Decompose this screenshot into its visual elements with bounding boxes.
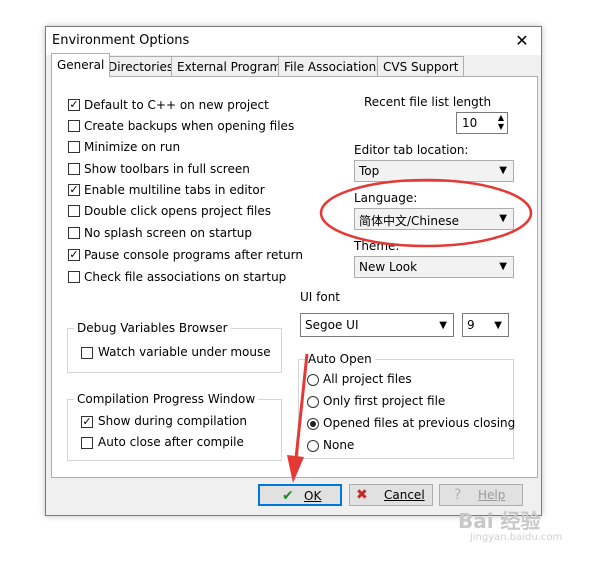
checkbox[interactable] <box>68 120 80 132</box>
group-title: Auto Open <box>305 352 375 366</box>
radio-button[interactable] <box>307 440 319 452</box>
checkbox-label: Create backups when opening files <box>84 119 295 133</box>
checkbox[interactable] <box>68 141 80 153</box>
tab-directories[interactable]: Directories <box>102 56 180 76</box>
ui-font-size-value: 9 <box>467 318 475 332</box>
title-bar[interactable]: Environment Options ✕ <box>46 27 541 55</box>
checkbox[interactable] <box>68 163 80 175</box>
environment-options-dialog: Environment Options ✕ General Directorie… <box>45 26 542 516</box>
general-panel: ✓ Default to C++ on new project Create b… <box>51 76 538 478</box>
checkbox-label: Enable multiline tabs in editor <box>84 183 265 197</box>
help-label: Help <box>478 488 506 502</box>
ui-font-size-select[interactable]: 9 ▼ <box>462 313 509 337</box>
radio-label: All project files <box>323 372 412 386</box>
dialog-title: Environment Options <box>52 33 190 48</box>
theme-value: New Look <box>359 260 418 274</box>
chevron-down-icon: ▼ <box>439 320 447 331</box>
checkbox[interactable]: ✓ <box>68 99 80 111</box>
language-select[interactable]: 简体中文/Chinese ▼ <box>354 208 514 230</box>
editor-tab-value: Top <box>359 164 380 178</box>
check-icon: ✔ <box>282 488 294 504</box>
ok-label: OK <box>304 489 322 503</box>
group-title: Compilation Progress Window <box>74 392 259 406</box>
checkbox[interactable]: ✓ <box>81 416 93 428</box>
checkbox[interactable]: ✓ <box>68 184 80 196</box>
tab-file-associations[interactable]: File Associations <box>278 56 389 76</box>
checkbox-label: Check file associations on startup <box>84 270 287 284</box>
tab-general[interactable]: General <box>51 53 111 77</box>
checkbox-label: Double click opens project files <box>84 204 271 218</box>
cancel-button[interactable]: ✖ Cancel <box>349 484 433 506</box>
language-value: 简体中文/Chinese <box>359 214 459 228</box>
radio-label: Opened files at previous closing <box>323 416 516 430</box>
checkbox[interactable] <box>68 271 80 283</box>
recent-files-spinner[interactable]: 10 ▲ ▼ <box>456 112 508 134</box>
radio-button[interactable] <box>307 374 319 386</box>
chevron-down-icon: ▼ <box>499 261 507 272</box>
checkbox[interactable] <box>68 227 80 239</box>
checkbox-label: No splash screen on startup <box>84 226 252 240</box>
radio-button[interactable] <box>307 418 319 430</box>
ui-font-value: Segoe UI <box>305 318 359 332</box>
group-title: Debug Variables Browser <box>74 321 231 335</box>
tab-external-programs[interactable]: External Programs <box>171 56 294 76</box>
help-icon: ? <box>454 487 462 503</box>
spinner-arrows-icon[interactable]: ▲ ▼ <box>498 113 504 131</box>
chevron-down-icon: ▼ <box>494 320 502 331</box>
radio-label: Only first project file <box>323 394 446 408</box>
chevron-down-icon: ▼ <box>499 213 507 224</box>
checkbox-label: Auto close after compile <box>98 435 244 449</box>
ok-button[interactable]: ✔ OK <box>258 484 342 506</box>
help-button[interactable]: ? Help <box>439 484 523 506</box>
checkbox[interactable] <box>81 437 93 449</box>
ui-font-select[interactable]: Segoe UI ▼ <box>300 313 454 337</box>
theme-label: Theme: <box>354 239 400 253</box>
checkbox-label: Show toolbars in full screen <box>84 162 250 176</box>
chevron-down-icon: ▼ <box>499 165 507 176</box>
checkbox-label: Default to C++ on new project <box>84 98 269 112</box>
editor-tab-select[interactable]: Top ▼ <box>354 160 514 182</box>
radio-button[interactable] <box>307 396 319 408</box>
close-icon: ✖ <box>356 487 368 503</box>
compilation-progress-group: Compilation Progress Window ✓ Show durin… <box>67 392 282 461</box>
checkbox[interactable] <box>68 205 80 217</box>
checkbox-label: Minimize on run <box>84 140 181 154</box>
ui-font-label: UI font <box>300 290 341 304</box>
watermark-logo: Bai 经验 <box>458 509 541 533</box>
radio-label: None <box>323 438 355 452</box>
close-icon[interactable]: ✕ <box>510 30 534 52</box>
watermark-url: jingyan.baidu.com <box>470 532 563 543</box>
recent-files-label: Recent file list length <box>364 95 492 109</box>
tab-cvs-support[interactable]: CVS Support <box>377 56 465 76</box>
checkbox-label: Show during compilation <box>98 414 247 428</box>
editor-tab-label: Editor tab location: <box>354 143 469 157</box>
debug-variables-group: Debug Variables Browser Watch variable u… <box>67 321 282 373</box>
auto-open-group: Auto Open All project files Only first p… <box>298 352 516 459</box>
checkbox[interactable] <box>81 347 93 359</box>
recent-files-value: 10 <box>462 116 478 130</box>
theme-select[interactable]: New Look ▼ <box>354 256 514 278</box>
checkbox-label: Pause console programs after return <box>84 248 303 262</box>
checkbox[interactable]: ✓ <box>68 249 80 261</box>
checkbox-label: Watch variable under mouse <box>98 345 271 359</box>
cancel-label: Cancel <box>384 488 425 502</box>
language-label: Language: <box>354 191 418 205</box>
